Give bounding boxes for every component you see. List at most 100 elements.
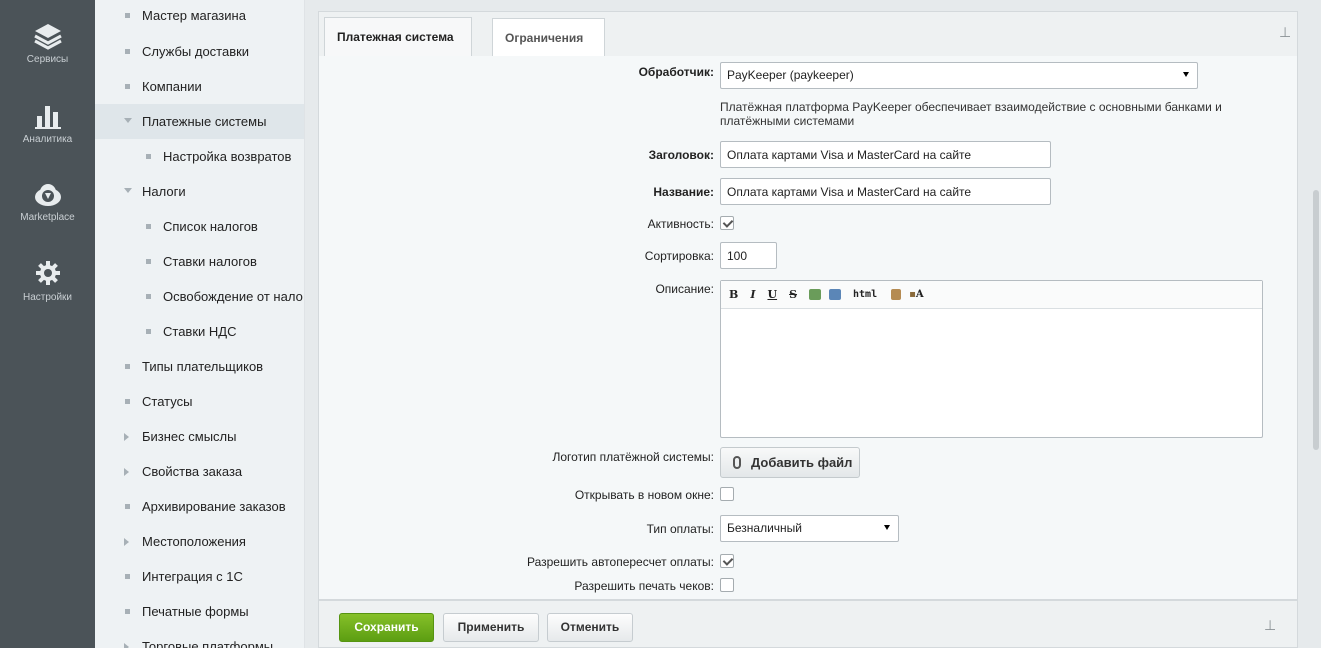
bullet-icon (146, 224, 151, 229)
sidebar-item[interactable]: Освобождение от нало (95, 279, 304, 314)
editor-toolbar: B I U S html ▪A (721, 281, 1262, 309)
chevron-down-icon (1183, 72, 1189, 77)
chevron-down-icon (124, 118, 132, 123)
description-editor[interactable]: B I U S html ▪A (720, 280, 1263, 438)
sidebar-item-label: Ставки НДС (163, 324, 237, 339)
logo-label: Логотип платёжной системы: (552, 450, 715, 464)
underline-button[interactable]: U (767, 288, 777, 301)
sidebar-item-label: Освобождение от нало (163, 289, 303, 304)
chevron-right-icon (124, 468, 129, 476)
sidebar-item[interactable]: Статусы (95, 384, 304, 419)
sort-input[interactable] (720, 242, 777, 269)
handler-label: Обработчик: (638, 65, 714, 79)
save-button[interactable]: Сохранить (339, 613, 434, 642)
sidebar-item-label: Печатные формы (142, 604, 249, 619)
sidebar-item[interactable]: Интеграция с 1С (95, 559, 304, 594)
sidebar-item-label: Местоположения (142, 534, 246, 549)
strikethrough-button[interactable]: S (789, 288, 797, 301)
leftbar-item-settings[interactable]: Настройки (0, 254, 95, 314)
name-input[interactable] (720, 178, 1051, 205)
bullet-icon (125, 504, 130, 509)
sidebar-item-label: Платежные системы (142, 114, 267, 129)
sidebar-item[interactable]: Платежные системы (95, 104, 304, 139)
payment-system-form: Обработчик: PayKeeper (paykeeper) Платёж… (318, 56, 1298, 600)
sidebar-item-label: Статусы (142, 394, 193, 409)
bullet-icon (125, 49, 130, 54)
sidebar-item-label: Интеграция с 1С (142, 569, 243, 584)
sidebar-item-label: Архивирование заказов (142, 499, 286, 514)
bullet-icon (146, 329, 151, 334)
sidebar-item[interactable]: Налоги (95, 174, 304, 209)
sidebar-item[interactable]: Мастер магазина (95, 0, 304, 33)
insert-link-icon[interactable] (809, 289, 822, 300)
cancel-button[interactable]: Отменить (547, 613, 633, 642)
font-format-button[interactable]: ▪A (909, 289, 924, 300)
bold-button[interactable]: B (729, 288, 738, 301)
sidebar-item[interactable]: Службы доставки (95, 34, 304, 69)
leftbar-label: Аналитика (22, 134, 73, 145)
new-window-checkbox[interactable] (720, 487, 734, 501)
leftbar-label: Настройки (22, 292, 73, 303)
handler-select-value: PayKeeper (paykeeper) (727, 68, 854, 82)
tab-bar: Платежная система Ограничения ⊥ (318, 11, 1298, 57)
header-input[interactable] (720, 141, 1051, 168)
sidebar-item-label: Список налогов (163, 219, 258, 234)
sidebar-item[interactable]: Типы плательщиков (95, 349, 304, 384)
leftbar-item-analytics[interactable]: Аналитика (0, 96, 95, 156)
sidebar-item-label: Налоги (142, 184, 186, 199)
sort-label: Сортировка: (644, 249, 714, 263)
active-checkbox[interactable] (720, 216, 734, 230)
pin-icon[interactable]: ⊥ (1279, 24, 1291, 41)
sidebar-item[interactable]: Бизнес смыслы (95, 419, 304, 454)
sidebar-item[interactable]: Свойства заказа (95, 454, 304, 489)
italic-button[interactable]: I (750, 288, 755, 301)
left-app-bar: Сервисы Аналитика Marketplace Настройки (0, 0, 95, 648)
sidebar-item[interactable]: Настройка возвратов (95, 139, 304, 174)
gear-icon (0, 254, 95, 288)
tab-restrictions[interactable]: Ограничения (492, 18, 605, 56)
bullet-icon (146, 294, 151, 299)
apply-button[interactable]: Применить (443, 613, 539, 642)
sidebar-item[interactable]: Местоположения (95, 524, 304, 559)
sidebar-item[interactable]: Печатные формы (95, 594, 304, 629)
font-format-glyph-icon: ▪ (909, 289, 916, 300)
leftbar-item-services[interactable]: Сервисы (0, 16, 95, 76)
stack-layers-icon (0, 16, 95, 50)
sidebar-item-label: Свойства заказа (142, 464, 243, 479)
bullet-icon (146, 154, 151, 159)
sidebar-item-label: Настройка возвратов (163, 149, 292, 164)
paperclip-icon (733, 456, 741, 469)
sidebar-item-label: Мастер магазина (142, 8, 246, 23)
pay-type-label: Тип оплаты: (646, 522, 714, 536)
print-checkbox[interactable] (720, 578, 734, 592)
page-scrollbar[interactable] (1313, 190, 1319, 450)
font-format-label: A (915, 289, 924, 300)
pay-type-select[interactable]: Безналичный (720, 515, 899, 542)
autorecalc-label: Разрешить автопересчет оплаты: (526, 555, 714, 569)
handler-select[interactable]: PayKeeper (paykeeper) (720, 62, 1198, 89)
tab-payment-system[interactable]: Платежная система (324, 17, 472, 57)
new-window-label: Открывать в новом окне: (574, 488, 714, 502)
bottom-action-bar: Сохранить Применить Отменить ⊥ (318, 600, 1298, 648)
sidebar-item[interactable]: Архивирование заказов (95, 489, 304, 524)
pay-type-value: Безналичный (727, 521, 802, 535)
autorecalc-checkbox[interactable] (720, 554, 734, 568)
html-mode-button[interactable]: html (853, 289, 877, 300)
chevron-right-icon (124, 433, 129, 441)
sidebar-item[interactable]: Список налогов (95, 209, 304, 244)
paste-icon[interactable] (891, 289, 902, 300)
pin-icon[interactable]: ⊥ (1264, 617, 1276, 634)
sidebar-item-label: Торговые платформы (142, 639, 274, 648)
chevron-down-icon (124, 188, 132, 193)
remove-link-icon[interactable] (829, 289, 842, 300)
sidebar-item[interactable]: Компании (95, 69, 304, 104)
name-label: Название: (653, 185, 714, 199)
sidebar-item[interactable]: Ставки НДС (95, 314, 304, 349)
sidebar-item[interactable]: Ставки налогов (95, 244, 304, 279)
sidebar-item[interactable]: Торговые платформы (95, 629, 304, 648)
sidebar-item-label: Службы доставки (142, 44, 250, 59)
bullet-icon (125, 13, 130, 18)
active-label: Активность: (647, 217, 714, 231)
add-file-button[interactable]: Добавить файл (720, 447, 860, 478)
leftbar-item-marketplace[interactable]: Marketplace (0, 174, 95, 234)
